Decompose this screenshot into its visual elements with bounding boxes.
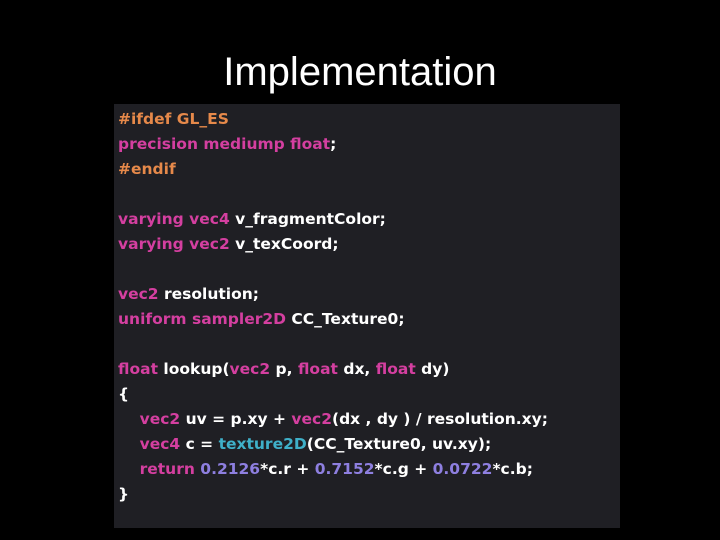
code-token: resolution; <box>164 285 259 303</box>
code-line: return 0.2126*c.r + 0.7152*c.g + 0.0722*… <box>118 457 548 482</box>
code-token: uniform sampler2D <box>118 310 292 328</box>
code-token: *c.g + <box>374 460 433 478</box>
code-token: (dx , dy ) / resolution.xy; <box>331 410 548 428</box>
code-token: v_fragmentColor; <box>235 210 386 228</box>
code-line: varying vec4 v_fragmentColor; <box>118 207 548 232</box>
code-token: { <box>118 385 130 403</box>
code-line: } <box>118 482 548 507</box>
code-line: uniform sampler2D CC_Texture0; <box>118 307 548 332</box>
code-token: v_texCoord; <box>235 235 339 253</box>
code-token: } <box>118 485 130 503</box>
code-line: float lookup(vec2 p, float dx, float dy) <box>118 357 548 382</box>
code-line: precision mediump float; <box>118 132 548 157</box>
code-line: { <box>118 382 548 407</box>
code-token: *c.b; <box>492 460 533 478</box>
code-listing: #ifdef GL_ES precision mediump float; #end… <box>118 107 548 507</box>
code-token: 0.7152 <box>314 460 375 478</box>
code-line: vec2 resolution; <box>118 282 548 307</box>
code-line: varying vec2 v_texCoord; <box>118 232 548 257</box>
code-line: vec2 uv = p.xy + vec2(dx , dy ) / resolu… <box>118 407 548 432</box>
code-token: uv = p.xy + <box>185 410 292 428</box>
code-token: return <box>139 460 201 478</box>
code-token: #ifdef GL_ES <box>118 110 229 128</box>
slide-title: Implementation <box>223 50 497 94</box>
code-token: texture2D <box>218 435 307 453</box>
code-token: CC_Texture0; <box>291 310 405 328</box>
code-token: varying vec4 <box>118 210 236 228</box>
code-token: dx, <box>343 360 376 378</box>
code-token: p, <box>275 360 298 378</box>
code-token: dy) <box>421 360 450 378</box>
code-token: precision mediump float <box>118 135 331 153</box>
code-token: 0.0722 <box>432 460 493 478</box>
code-token: vec4 <box>139 435 186 453</box>
code-token: (CC_Texture0, uv.xy); <box>306 435 492 453</box>
code-token: ; <box>330 135 337 153</box>
code-token: vec2 <box>291 410 332 428</box>
code-line: vec4 c = texture2D(CC_Texture0, uv.xy); <box>118 432 548 457</box>
code-token: 0.2126 <box>200 460 261 478</box>
code-block: #ifdef GL_ES precision mediump float; #end… <box>114 104 620 528</box>
code-line: #ifdef GL_ES <box>118 107 548 132</box>
code-token: float <box>118 360 164 378</box>
code-token: #endif <box>118 160 176 178</box>
code-line: #endif <box>118 157 548 182</box>
code-token: vec2 <box>229 360 276 378</box>
code-token: float <box>297 360 344 378</box>
code-token: float <box>375 360 422 378</box>
code-token: *c.r + <box>260 460 315 478</box>
code-token: varying vec2 <box>118 235 236 253</box>
code-token: c = <box>185 435 219 453</box>
code-token: vec2 <box>118 285 164 303</box>
code-token: vec2 <box>139 410 186 428</box>
code-token: lookup( <box>163 360 230 378</box>
